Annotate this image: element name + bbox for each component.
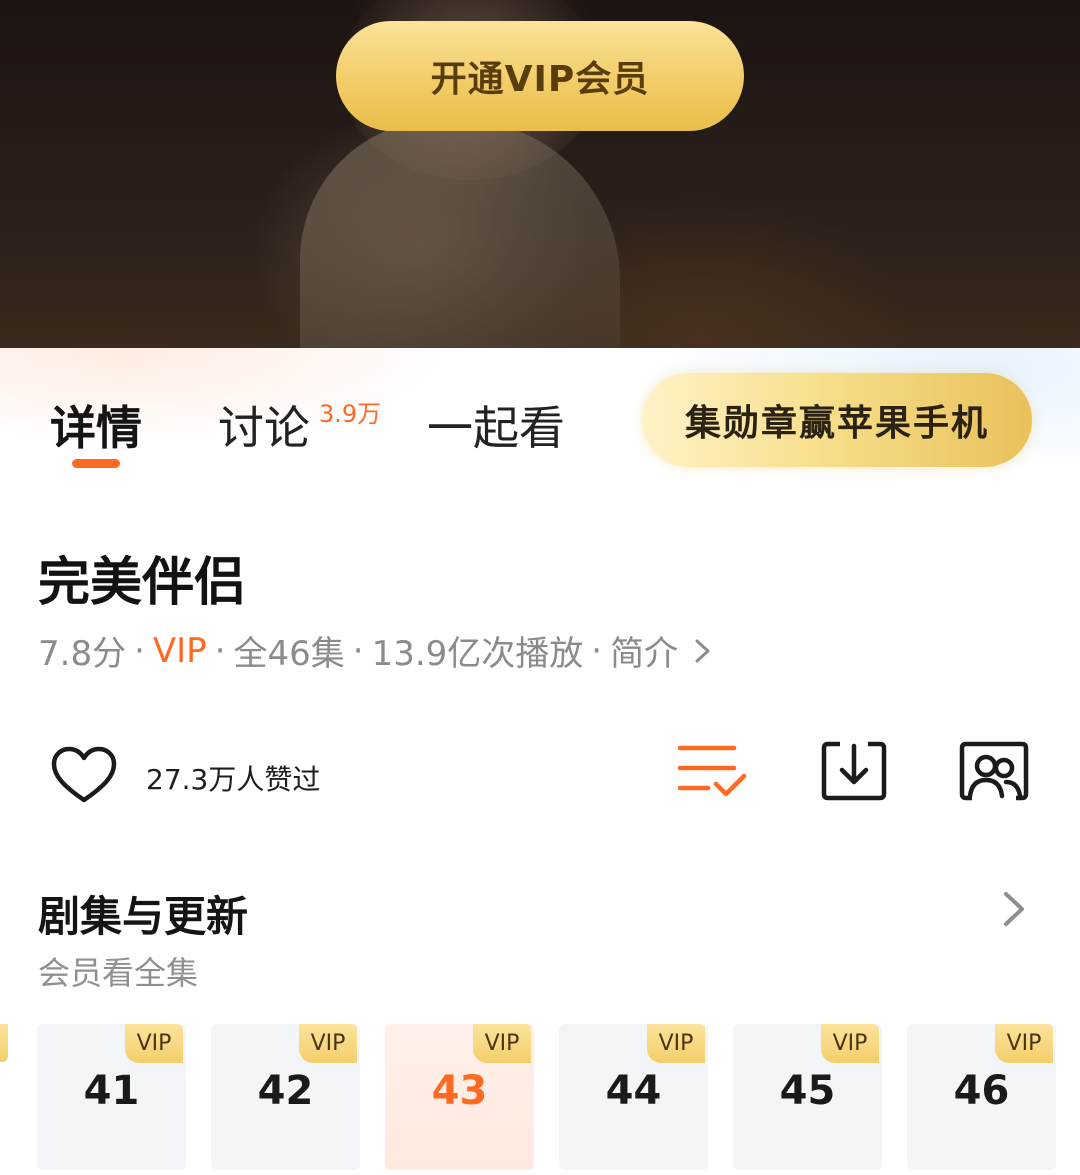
separator-dot: · [352, 630, 364, 671]
episode-number: 45 [779, 1068, 836, 1114]
vip-badge: VIP [821, 1024, 879, 1063]
vip-badge: VIP [647, 1024, 705, 1063]
detail-sheet: 详情 讨论 3.9万 一起看 集勋章赢苹果手机 完美伴侣 7.8分 · VIP … [0, 348, 1080, 1175]
episode-number: 41 [83, 1068, 140, 1114]
episode-card-edge [0, 1024, 8, 1062]
episode-number: 46 [953, 1068, 1010, 1114]
medal-promo-button[interactable]: 集勋章赢苹果手机 [642, 373, 1032, 467]
intro-link[interactable]: 简介 [610, 626, 678, 675]
tab-watch-together[interactable]: 一起看 [427, 392, 565, 458]
episodes-section-title[interactable]: 剧集与更新 [38, 883, 248, 944]
chevron-right-icon[interactable] [1000, 888, 1028, 930]
heart-icon[interactable] [50, 745, 118, 805]
likes-count-text: 27.3万人赞过 [146, 763, 321, 796]
vip-label: VIP [152, 630, 207, 671]
episode-number: 44 [605, 1068, 662, 1114]
show-title: 完美伴侣 [38, 553, 247, 613]
episode-number: 43 [431, 1068, 488, 1114]
episode-count-text: 全46集 [233, 634, 345, 674]
episode-card[interactable]: VIP 46 [907, 1024, 1056, 1170]
vip-badge: VIP [995, 1024, 1053, 1063]
separator-dot: · [591, 630, 603, 671]
separator-dot: · [134, 630, 145, 671]
episode-card[interactable]: VIP 41 [37, 1024, 186, 1170]
tab-active-indicator [72, 459, 120, 468]
episode-number: 42 [257, 1068, 314, 1114]
episode-card[interactable]: VIP 45 [733, 1024, 882, 1170]
chevron-right-icon [695, 639, 710, 662]
vip-badge: VIP [125, 1024, 183, 1063]
vip-badge: VIP [299, 1024, 357, 1063]
vip-badge: VIP [473, 1024, 531, 1063]
tab-detail[interactable]: 详情 [50, 392, 142, 458]
tab-discuss[interactable]: 讨论 [218, 392, 310, 458]
show-meta[interactable]: 7.8分 · VIP · 全46集 · 13.9亿次播放 · 简介 [38, 626, 714, 675]
play-count-text: 13.9亿次播放 [371, 634, 584, 674]
tab-bar: 详情 讨论 3.9万 一起看 集勋章赢苹果手机 [0, 348, 1080, 473]
episode-card-current[interactable]: VIP 43 [385, 1024, 534, 1170]
open-vip-button[interactable]: 开通VIP会员 [336, 21, 744, 131]
hero-image-figure [300, 120, 620, 348]
episodes-section-subtitle: 会员看全集 [38, 954, 199, 992]
download-icon[interactable] [818, 740, 890, 802]
video-player-area[interactable]: 开通VIP会员 [0, 0, 1080, 348]
discuss-count-badge: 3.9万 [319, 400, 382, 428]
playlist-add-icon[interactable] [678, 740, 750, 802]
episode-list: VIP 41 VIP 42 VIP 43 VIP 44 VIP 45 VIP 4… [0, 1024, 1080, 1175]
score-text: 7.8分 [38, 634, 127, 674]
watch-together-icon[interactable] [958, 740, 1030, 802]
episode-card[interactable]: VIP 42 [211, 1024, 360, 1170]
episode-card[interactable]: VIP 44 [559, 1024, 708, 1170]
separator-dot: · [214, 630, 226, 671]
